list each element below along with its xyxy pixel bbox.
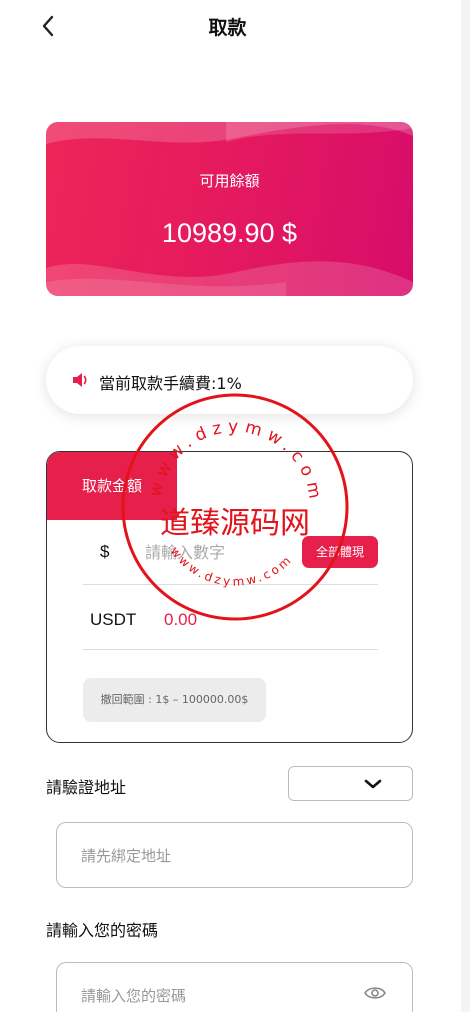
balance-label: 可用餘額 [199, 172, 260, 190]
currency-symbol: $ [100, 542, 110, 561]
page-title: 取款 [208, 17, 247, 39]
address-input[interactable] [81, 843, 381, 869]
amount-input[interactable] [145, 538, 295, 566]
address-select[interactable] [288, 766, 413, 801]
address-field [56, 822, 413, 888]
divider [83, 649, 378, 650]
balance-card: 可用餘額 10989.90 $ [46, 122, 413, 296]
fee-notice: 當前取款手續費:1% [46, 346, 413, 414]
wave-decoration [46, 122, 413, 296]
right-edge-strip [461, 0, 470, 1012]
amount-tab: 取款金額 [47, 452, 177, 520]
header: 取款 [0, 0, 460, 52]
usdt-label: USDT [90, 610, 137, 629]
usdt-value: 0.00 [164, 610, 198, 629]
eye-icon[interactable] [364, 985, 386, 1001]
withdraw-all-button[interactable]: 全部體現 [302, 536, 378, 568]
chevron-down-icon [364, 779, 382, 789]
password-field [56, 962, 413, 1012]
verify-address-label: 請驗證地址 [46, 778, 127, 797]
password-input[interactable] [81, 983, 351, 1009]
divider [83, 584, 378, 585]
speaker-icon [73, 373, 87, 387]
balance-value: 10989.90 $ [161, 218, 298, 248]
amount-card: 取款金額 $ 全部體現 USDT 0.00 撤回範圍 : 1$ – 100000… [46, 451, 413, 743]
range-chip: 撤回範圍 : 1$ – 100000.00$ [83, 678, 266, 722]
fee-text: 當前取款手續費:1% [99, 374, 242, 393]
password-label: 請輸入您的密碼 [46, 921, 159, 940]
